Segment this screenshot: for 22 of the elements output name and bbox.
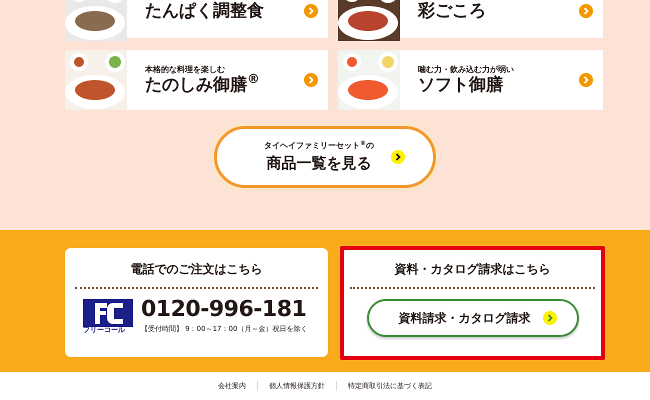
chevron-right-icon (304, 4, 318, 18)
product-card[interactable]: たんぱく調整食 (65, 0, 328, 38)
product-list-button[interactable]: タイヘイファミリーセット$^{®}$の 商品一覧を見る (214, 126, 436, 188)
free-call-logo-icon (83, 299, 133, 328)
product-subtitle: 噛む力・飲み込む力が弱い (418, 65, 515, 75)
phone-number: 0120-996-181 (141, 299, 308, 321)
product-title: ソフト御膳 (418, 74, 504, 95)
product-title: たのしみ御膳$^{®}$ (145, 74, 261, 95)
chevron-right-icon (391, 150, 405, 164)
chevron-right-icon (579, 73, 593, 87)
catalog-request-button[interactable]: 資料請求・カタログ請求 (366, 299, 578, 337)
product-card[interactable]: 本格的な料理を楽しむ たのしみ御膳$^{®}$ (65, 50, 328, 110)
product-title: たんぱく調整食 (145, 0, 265, 22)
chevron-right-icon (304, 73, 318, 87)
product-card[interactable]: 噛む力・飲み込む力が弱い ソフト御膳 (338, 50, 603, 110)
chevron-right-icon (579, 4, 593, 18)
product-title: 彩ごころ (418, 0, 487, 22)
product-card[interactable]: 彩ごころ (338, 0, 603, 38)
card-title: 資料・カタログ請求はこちら (394, 261, 552, 278)
card-title: 電話でのご注文はこちら (130, 261, 264, 278)
chevron-right-icon (542, 311, 556, 325)
product-subtitle: 本格的な料理を楽しむ (145, 65, 226, 75)
